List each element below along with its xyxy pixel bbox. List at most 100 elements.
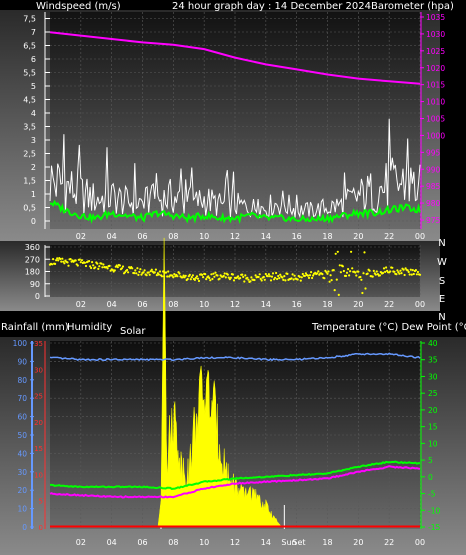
temperature-y-tick-label: 25 (428, 389, 438, 398)
direction-point (106, 267, 109, 270)
direction-point (278, 277, 281, 280)
direction-point (189, 278, 192, 281)
direction-point (157, 273, 160, 276)
direction-point (258, 273, 261, 276)
top-x-tick-label: 18 (322, 232, 332, 241)
bottom-x-tick-label: 10 (199, 538, 209, 547)
rain-y-tick-label: 35 (34, 340, 43, 348)
humidity-y-tick-label: 70 (17, 394, 27, 403)
direction-point (411, 269, 414, 272)
direction-point (100, 262, 103, 265)
temperature-y-tick-label: -10 (428, 506, 440, 515)
direction-point (391, 266, 394, 269)
rain-y-tick-label: 30 (34, 366, 43, 374)
rain-y-tick-label: 10 (34, 471, 43, 479)
direction-point (362, 272, 365, 275)
direction-point (341, 265, 344, 268)
direction-x-tick-label: 10 (199, 300, 209, 309)
bottom-x-tick-label: 18 (322, 538, 332, 547)
direction-point (61, 257, 64, 260)
top-x-tick-label: 08 (168, 232, 178, 241)
humidity-y-tick-label: 60 (17, 413, 27, 422)
direction-x-tick-label: 22 (384, 300, 394, 309)
direction-point (223, 272, 226, 275)
compass-label: N (438, 238, 445, 249)
temperature-y-tick-label: -5 (428, 490, 436, 499)
wind-y-tick-label: 3 (31, 136, 36, 145)
compass-label: W (437, 257, 447, 268)
direction-point (253, 278, 256, 282)
direction-point (56, 257, 59, 260)
weather-graph: Windspeed (m/s) 24 hour graph day : 14 D… (0, 0, 466, 555)
rain-y-tick-label: 20 (34, 419, 43, 427)
direction-point (298, 275, 301, 278)
direction-point (195, 275, 199, 278)
direction-point (403, 273, 406, 277)
direction-point (196, 277, 200, 280)
bottom-x-tick-label: 00 (415, 538, 425, 547)
direction-point (186, 277, 189, 281)
direction-point (208, 276, 211, 280)
humidity-label: Humidity (67, 322, 112, 333)
direction-point (60, 260, 63, 263)
direction-point (339, 271, 342, 274)
wind-y-tick-label: 1 (31, 190, 36, 199)
temperature-y-tick-label: -15 (428, 523, 440, 532)
direction-point (172, 276, 175, 279)
direction-point (241, 273, 244, 276)
direction-point (226, 273, 229, 276)
direction-point (134, 269, 137, 272)
direction-point (333, 289, 336, 292)
direction-point (193, 278, 196, 281)
direction-point (412, 272, 415, 276)
wind-y-tick-label: 6,5 (23, 42, 36, 51)
barometer-y-tick-label: 1030 (426, 30, 445, 39)
temperature-y-tick-label: 40 (428, 339, 438, 348)
direction-point (418, 273, 422, 276)
direction-x-tick-label: 12 (230, 300, 240, 309)
direction-point (135, 272, 138, 275)
direction-point (292, 278, 295, 281)
direction-point (108, 264, 111, 267)
top-x-tick-label: 12 (230, 232, 240, 241)
direction-point (136, 267, 139, 270)
direction-point (249, 280, 252, 283)
direction-x-tick-label: 04 (107, 300, 117, 309)
direction-point (321, 273, 324, 276)
direction-point (335, 278, 338, 281)
direction-point (92, 264, 95, 267)
wind-y-tick-label: 2,5 (23, 150, 36, 159)
direction-point (378, 274, 381, 277)
humidity-y-tick-label: 20 (17, 486, 27, 495)
direction-point (229, 276, 232, 279)
direction-point (375, 270, 378, 273)
barometer-y-tick-label: 1025 (426, 47, 445, 56)
top-x-tick-label: 14 (261, 232, 271, 241)
direction-point (372, 269, 375, 272)
direction-point (360, 278, 363, 281)
direction-point (138, 270, 141, 273)
direction-point (80, 259, 83, 262)
direction-x-tick-label: 06 (137, 300, 147, 309)
direction-point (214, 271, 217, 274)
compass-label: E (439, 294, 445, 305)
rain-y-tick-label: 25 (34, 393, 43, 401)
rain-y-tick-label: 0 (39, 524, 43, 532)
direction-point (282, 278, 285, 281)
direction-point (83, 261, 86, 264)
direction-point (197, 279, 201, 283)
direction-point (98, 265, 101, 268)
direction-point (338, 264, 341, 267)
direction-point (63, 262, 66, 265)
direction-point (266, 275, 269, 278)
direction-x-tick-label: 18 (322, 300, 332, 309)
direction-x-tick-label: 02 (76, 300, 86, 309)
direction-point (257, 275, 260, 279)
direction-point (299, 279, 302, 282)
direction-point (243, 280, 246, 283)
direction-point (160, 275, 164, 278)
humidity-y-tick-label: 30 (17, 468, 27, 477)
top-x-tick-label: 04 (107, 232, 117, 241)
direction-point (328, 280, 331, 283)
direction-point (101, 266, 104, 269)
